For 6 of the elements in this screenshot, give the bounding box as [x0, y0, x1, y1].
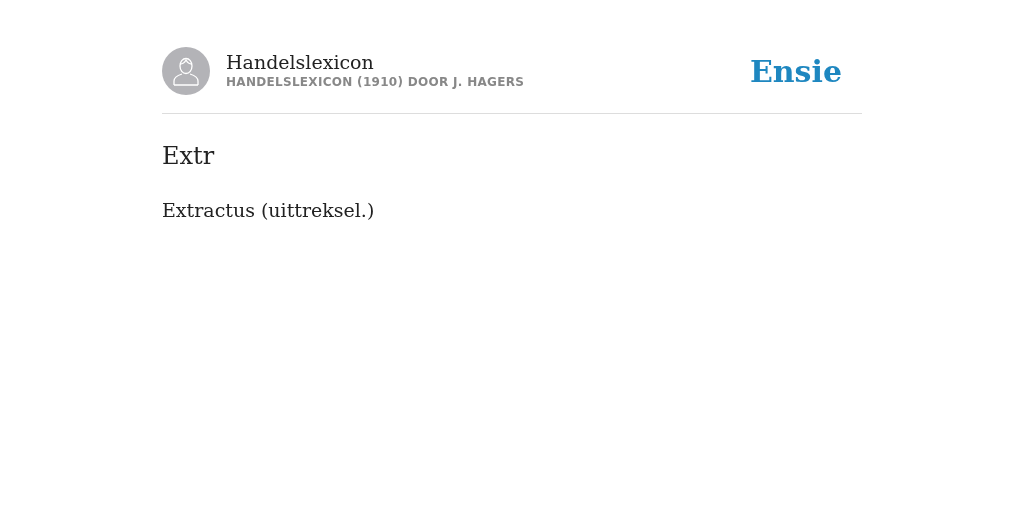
- avatar-icon: [162, 47, 210, 95]
- dictionary-subtitle: HANDELSLEXICON (1910) DOOR J. HAGERS: [226, 74, 526, 92]
- logo[interactable]: Ensie: [749, 48, 842, 94]
- entry-term: Extr: [162, 142, 215, 170]
- entry-definition: Extractus (uittreksel.): [162, 199, 375, 221]
- dictionary-title[interactable]: Handelslexicon: [226, 50, 750, 74]
